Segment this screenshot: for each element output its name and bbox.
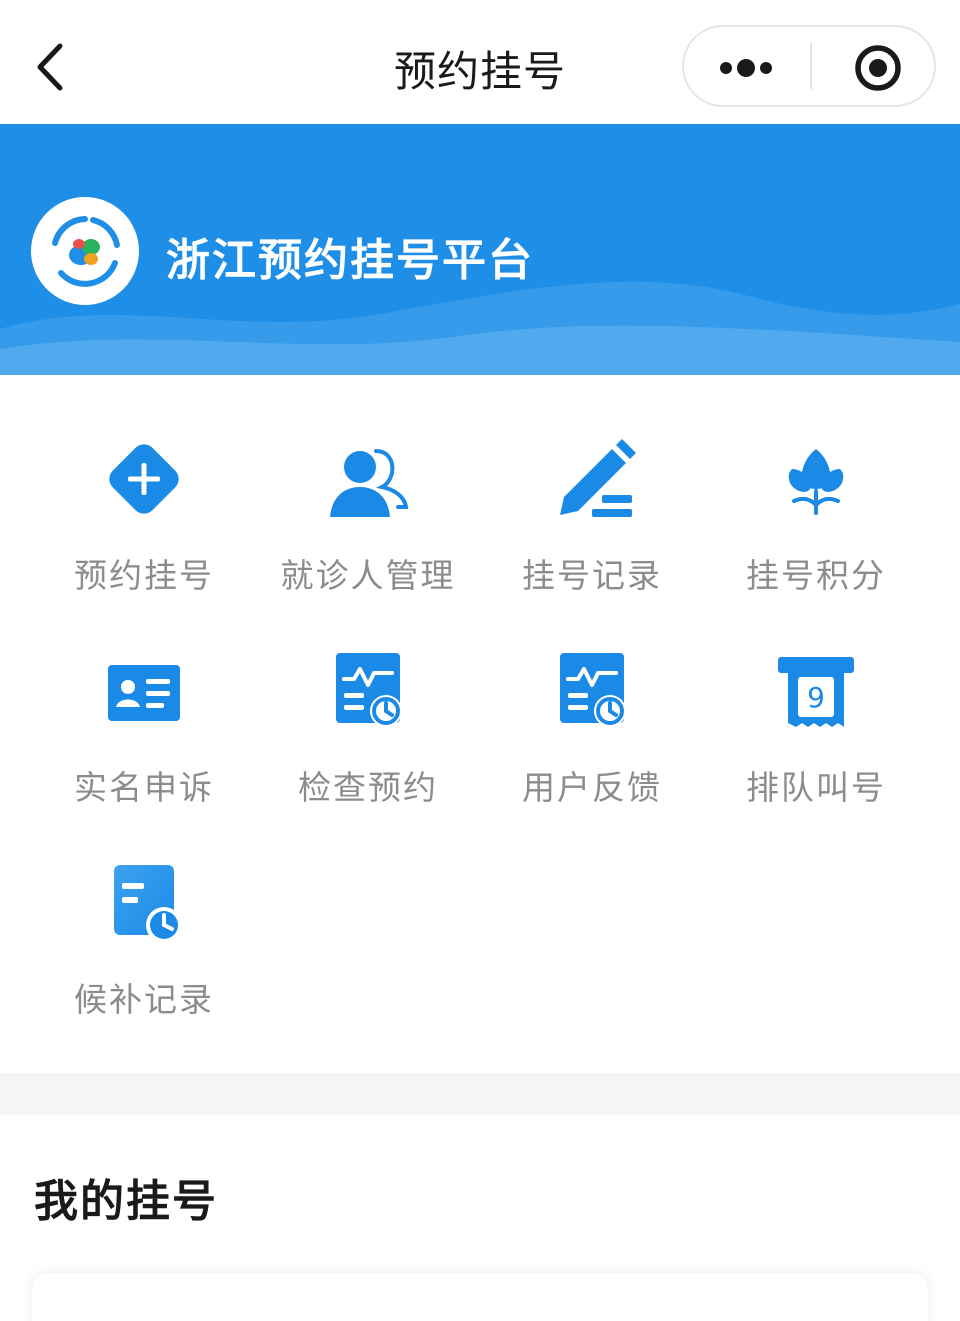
mini-program-capsule [682,25,936,107]
back-button[interactable] [22,34,82,100]
service-queue-calling[interactable]: 9 排队叫号 [704,587,928,807]
ticket-number: 9 [807,681,825,714]
more-dots-icon [720,59,772,77]
service-registration-points[interactable]: 挂号积分 [704,375,928,595]
platform-banner: 浙江预约挂号平台 [0,124,960,375]
platform-title: 浙江预约挂号平台 [166,235,534,286]
platform-logo-icon [31,197,139,305]
service-user-feedback[interactable]: 用户反馈 [480,587,704,807]
users-icon [318,429,418,529]
target-circle-icon [855,45,901,91]
section-title: 我的挂号 [34,1176,218,1227]
section-separator [0,1073,960,1115]
service-label: 检查预约 [298,768,438,807]
service-label: 排队叫号 [746,768,886,807]
more-button[interactable] [684,27,810,105]
close-button[interactable] [812,27,934,105]
service-label: 候补记录 [74,980,214,1019]
page: 预约挂号 浙江预约挂号平台 预约挂号 就诊人管理 挂号记录 挂号积分 实名申诉 … [0,0,960,1321]
my-registrations-section: 我的挂号 [0,1115,960,1321]
lotus-icon [766,429,866,529]
service-label: 用户反馈 [522,768,662,807]
id-card-icon [94,641,194,741]
service-registration-records[interactable]: 挂号记录 [480,375,704,595]
report-clock-icon [318,641,418,741]
service-real-name-appeal[interactable]: 实名申诉 [32,587,256,807]
platform-logo [31,197,139,305]
service-waitlist-records[interactable]: 候补记录 [32,799,256,1019]
queue-ticket-icon: 9 [766,641,866,741]
chevron-left-icon [37,43,63,91]
service-grid: 预约挂号 就诊人管理 挂号记录 挂号积分 实名申诉 检查预约 用户反馈 9 排队… [0,375,960,1073]
service-patient-management[interactable]: 就诊人管理 [256,375,480,595]
plus-diamond-icon [94,429,194,529]
registration-card[interactable] [32,1273,928,1321]
pencil-icon [542,429,642,529]
waitlist-clock-icon [94,853,194,953]
service-book-appointment[interactable]: 预约挂号 [32,375,256,595]
service-examination-booking[interactable]: 检查预约 [256,587,480,807]
feedback-clock-icon [542,641,642,741]
navbar: 预约挂号 [0,0,960,124]
